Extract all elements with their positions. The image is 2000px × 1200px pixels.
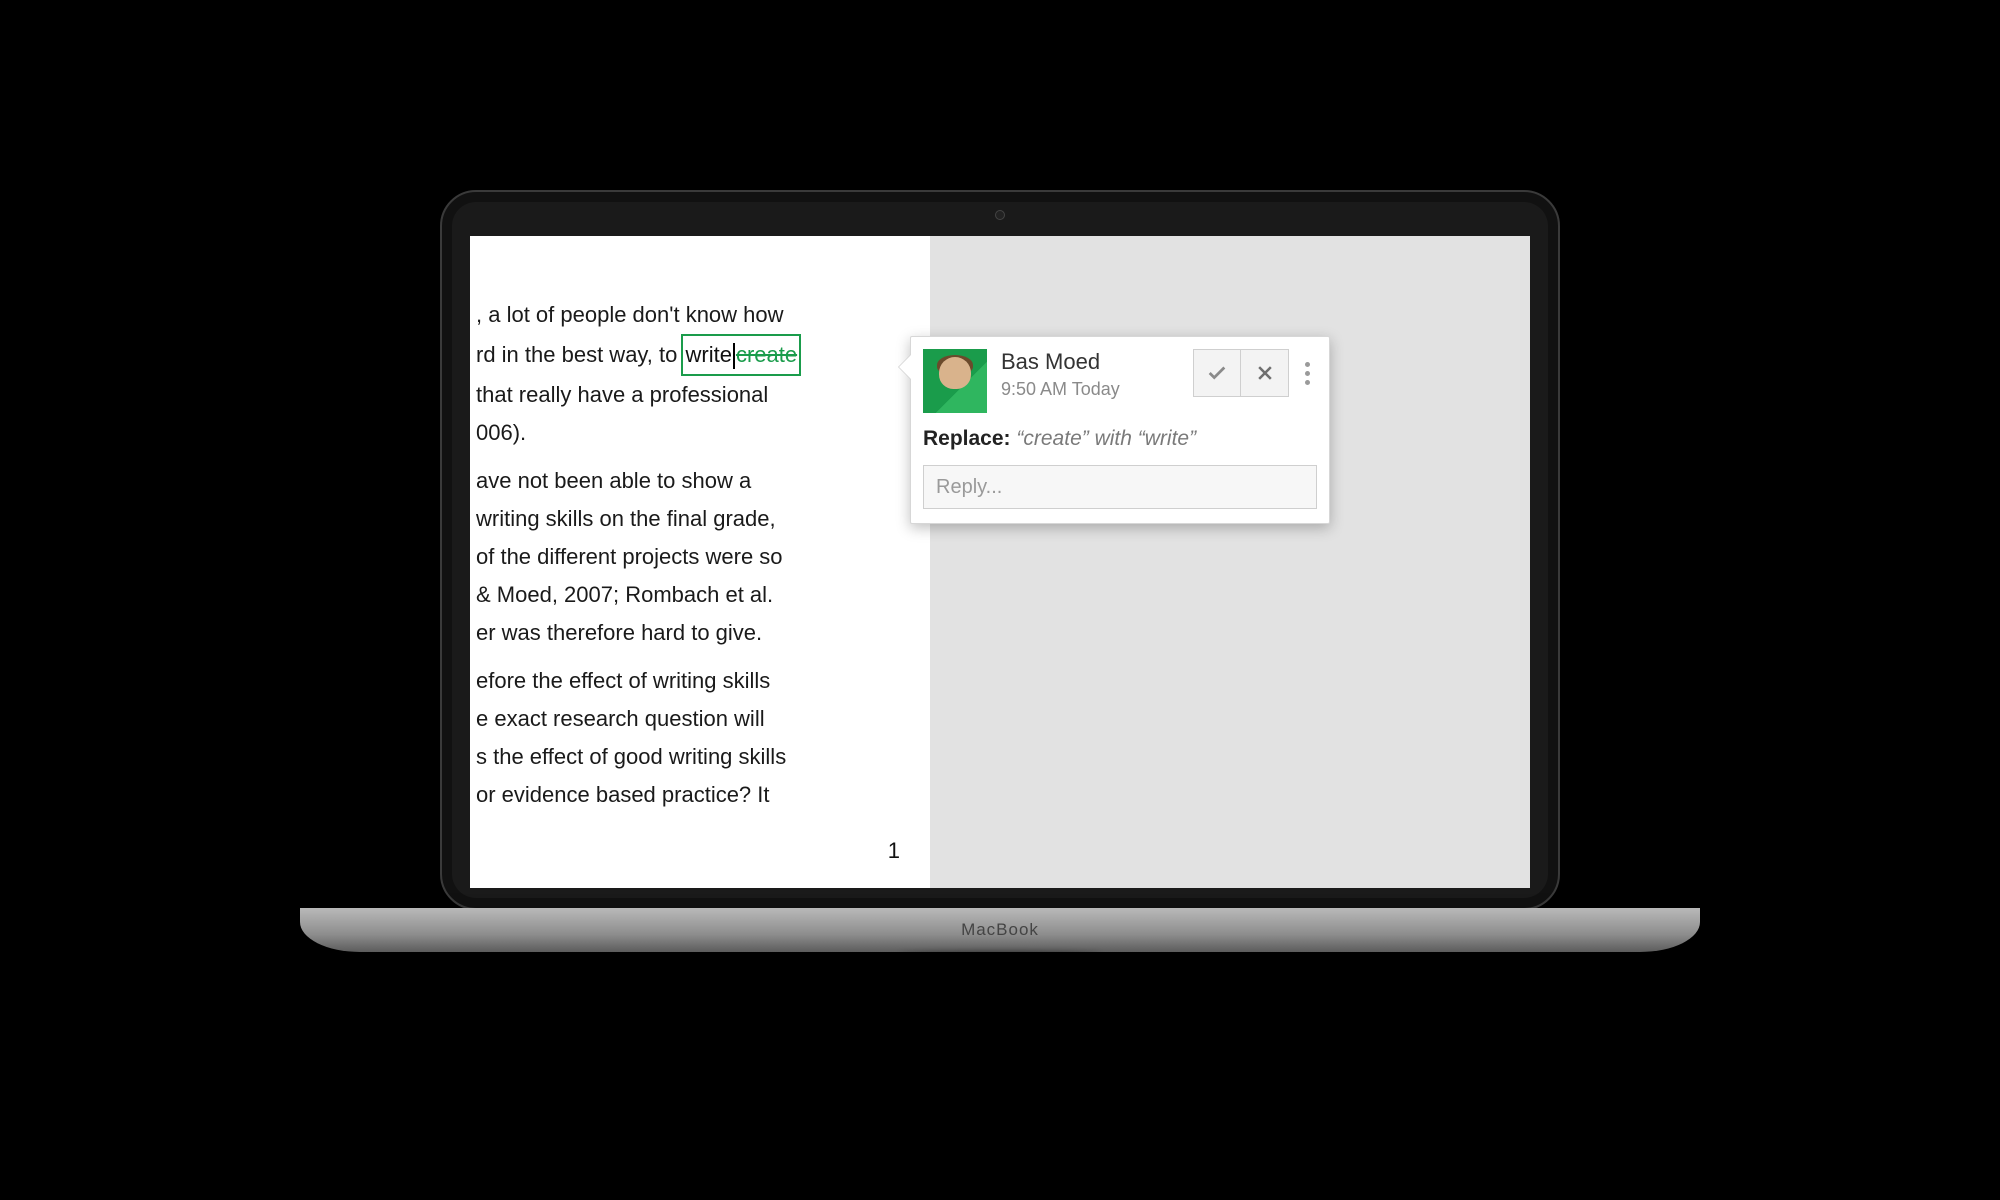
laptop-brand: MacBook (300, 920, 1700, 940)
avatar (923, 349, 987, 413)
text-caret (733, 343, 735, 369)
accept-suggestion-button[interactable] (1193, 349, 1241, 397)
text-line: s the effect of good writing skills (470, 738, 920, 776)
text-line: er was therefore hard to give. (470, 614, 920, 652)
screen: , a lot of people don't know how rd in t… (470, 236, 1530, 888)
laptop-frame: , a lot of people don't know how rd in t… (440, 190, 1560, 910)
camera-icon (995, 210, 1005, 220)
text-line: ave not been able to show a (470, 462, 920, 500)
text-line: that really have a professional (470, 376, 920, 414)
text-line: & Moed, 2007; Rombach et al. (470, 576, 920, 614)
document-area: , a lot of people don't know how rd in t… (470, 236, 930, 888)
text-line: 006). (470, 414, 920, 452)
card-pointer (899, 355, 911, 379)
suggestion-card[interactable]: Bas Moed 9:50 AM Today (910, 336, 1330, 524)
comment-timestamp: 9:50 AM Today (1001, 379, 1193, 400)
text-line: writing skills on the final grade, (470, 500, 920, 538)
document-text: , a lot of people don't know how rd in t… (470, 296, 920, 814)
more-options-button[interactable] (1297, 362, 1317, 385)
reject-suggestion-button[interactable] (1241, 349, 1289, 397)
text-line: e exact research question will (470, 700, 920, 738)
comments-sidebar (930, 236, 1530, 888)
text-line: efore the effect of writing skills (470, 662, 920, 700)
text-line: of the different projects were so (470, 538, 920, 576)
comment-author: Bas Moed (1001, 349, 1193, 375)
page-number: 1 (888, 838, 900, 864)
text-line: , a lot of people don't know how (470, 296, 920, 334)
suggestion-description: Replace: “create” with “write” (923, 427, 1317, 451)
reply-placeholder: Reply... (936, 476, 1002, 499)
reply-input[interactable]: Reply... (923, 465, 1317, 509)
close-icon (1255, 363, 1275, 383)
laptop-base: MacBook (300, 908, 1700, 952)
suggestion-highlight[interactable]: writecreate (683, 334, 799, 376)
text-line: or evidence based practice? It (470, 776, 920, 814)
text-line: rd in the best way, to writecreate (470, 334, 920, 376)
check-icon (1206, 362, 1228, 384)
